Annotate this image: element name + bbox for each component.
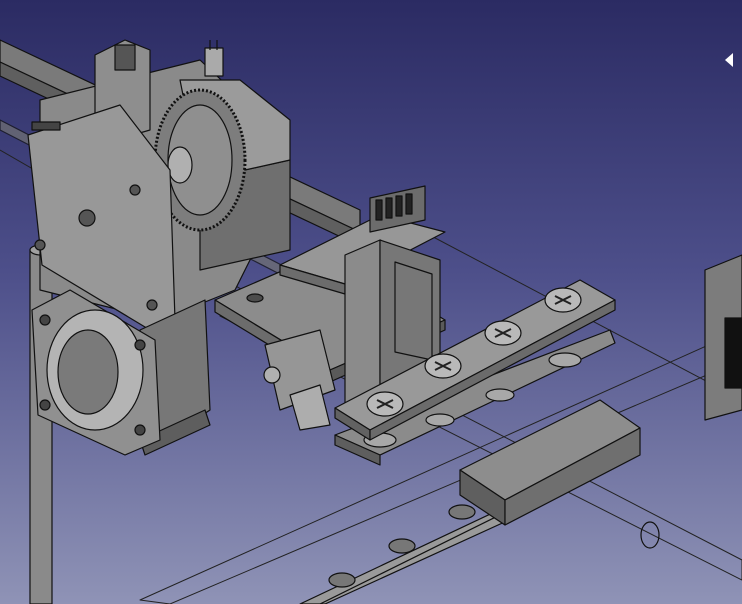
- linear-rail: [299, 499, 521, 604]
- triangle-left-icon: [724, 52, 734, 71]
- hotend-block: [263, 329, 336, 431]
- panel-toggle-button[interactable]: [722, 52, 736, 70]
- cad-model-scene[interactable]: [0, 0, 742, 604]
- vertical-rod: [29, 244, 53, 604]
- top-connector: [204, 40, 224, 77]
- motor-right: [704, 254, 742, 421]
- 3d-viewport[interactable]: [0, 0, 742, 604]
